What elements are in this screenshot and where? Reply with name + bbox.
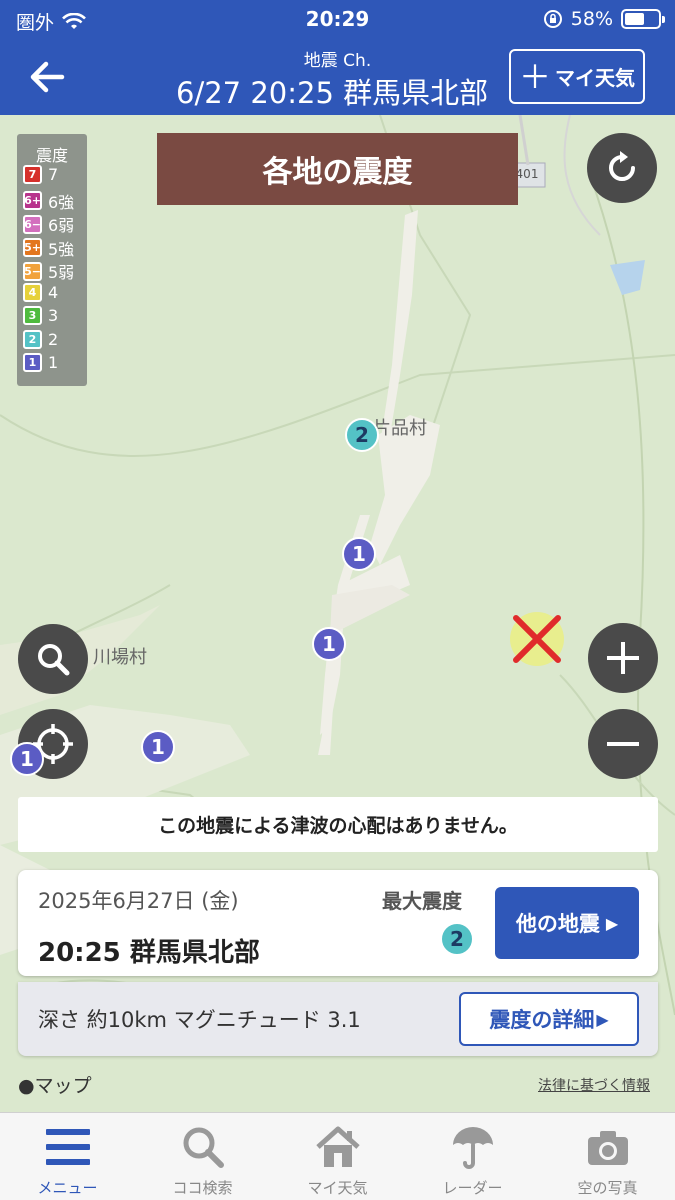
legend-label: 6強	[48, 192, 75, 212]
map-search-button[interactable]	[18, 624, 88, 694]
other-quakes-button[interactable]: 他の地震 ▶	[495, 887, 639, 959]
intensity-banner: 各地の震度	[157, 133, 518, 205]
zoom-out-button[interactable]	[588, 709, 658, 779]
page-title: 6/27 20:25 群馬県北部	[176, 76, 489, 110]
legal-link[interactable]: 法律に基づく情報	[538, 1075, 650, 1095]
legend-label: 2	[48, 329, 59, 349]
legend-row: 22	[23, 329, 59, 349]
legend-title: 震度	[35, 146, 68, 165]
legend-swatch: 5+	[23, 238, 42, 257]
legend-swatch: 3	[23, 306, 42, 325]
home-icon	[316, 1126, 360, 1167]
legend-row: 6− 6弱	[23, 212, 74, 236]
rotation-lock-icon	[543, 10, 562, 28]
depth-magnitude-card: 深さ 約10km マグニチュード 3.1 震度の詳細 ▶	[18, 982, 658, 1056]
depth-magnitude-text: 深さ 約10km マグニチュード 3.1	[38, 1008, 361, 1032]
status-bar: 圏外 20:29 58%	[0, 0, 675, 40]
max-intensity-badge: 2	[440, 922, 474, 956]
add-my-weather-button[interactable]: ＋ マイ天気	[509, 49, 645, 104]
tab-label: マイ天気	[307, 1179, 368, 1197]
plus-icon	[607, 642, 639, 674]
other-quakes-label: 他の地震	[515, 912, 600, 936]
legend-swatch: 6−	[23, 214, 42, 234]
legend-label: 7	[48, 165, 59, 184]
legend-swatch: 4	[23, 282, 42, 302]
battery-percent: 58%	[570, 8, 613, 30]
tab-my-weather[interactable]: マイ天気	[270, 1113, 405, 1200]
quake-info-card: 2025年6月27日 (金) 20:25 群馬県北部 最大震度 2 他の地震 ▶	[18, 870, 658, 976]
tab-label: 空の写真	[577, 1179, 638, 1197]
intensity-marker[interactable]: 1	[10, 742, 44, 776]
legend-row: 44	[23, 282, 59, 302]
tab-search[interactable]: ココ検索	[135, 1113, 270, 1200]
apple-logo-icon: ●	[18, 1075, 35, 1097]
legend-row: 5− 5弱	[23, 259, 74, 283]
legend-label: 1	[48, 353, 59, 372]
intensity-legend: 震度 7 7 6+ 6強 6− 6弱 5+ 5強 5− 5弱 4 4 3 3 2 2 1 1	[17, 134, 87, 386]
maps-attribution[interactable]: ●マップ	[18, 1071, 92, 1098]
camera-icon	[588, 1131, 628, 1165]
legend-label: 3	[48, 306, 59, 325]
intensity-marker[interactable]: 1	[342, 537, 376, 571]
intensity-detail-label: 震度の詳細	[489, 1008, 595, 1032]
header: 地震 Ch. 6/27 20:25 群馬県北部 ＋ マイ天気	[0, 40, 675, 115]
quake-title: 20:25 群馬県北部	[38, 938, 260, 968]
menu-icon	[46, 1129, 90, 1165]
place-name-katashina: 片品村	[373, 418, 427, 439]
magnifier-icon	[38, 644, 70, 676]
legend-row: 6+ 6強	[23, 189, 74, 213]
intensity-marker[interactable]: 2	[345, 418, 379, 452]
play-arrow-icon: ▶	[605, 913, 619, 933]
intensity-marker[interactable]: 1	[312, 627, 346, 661]
legend-row: 11	[23, 353, 58, 372]
tab-menu[interactable]: メニュー	[0, 1113, 135, 1200]
legend-label: 4	[48, 282, 59, 302]
tab-label: レーダー	[442, 1179, 503, 1197]
play-arrow-icon: ▶	[596, 1009, 609, 1029]
legend-swatch: 6+	[23, 191, 42, 210]
maps-label: マップ	[34, 1075, 92, 1097]
minus-icon	[607, 742, 639, 746]
search-icon	[183, 1127, 224, 1168]
refresh-icon	[609, 151, 635, 181]
tsunami-message: この地震による津波の心配はありません。	[18, 797, 658, 852]
add-my-weather-label: マイ天気	[555, 66, 635, 90]
place-name-kawaba: 川場村	[93, 647, 147, 668]
legend-label: 5弱	[48, 263, 75, 282]
legend-swatch: 5−	[23, 261, 42, 281]
battery-icon	[621, 9, 665, 29]
max-intensity-label: 最大震度	[382, 889, 462, 913]
intensity-detail-button[interactable]: 震度の詳細 ▶	[459, 992, 639, 1046]
tab-sky-photo[interactable]: 空の写真	[540, 1113, 675, 1200]
epicenter-icon	[510, 612, 564, 666]
legend-row: 5+ 5強	[23, 236, 74, 260]
intensity-marker[interactable]: 1	[141, 730, 175, 764]
legend-swatch: 7	[23, 165, 42, 184]
legend-row: 77	[23, 165, 58, 184]
umbrella-icon	[453, 1127, 493, 1169]
quake-date: 2025年6月27日 (金)	[38, 889, 239, 913]
legend-swatch: 1	[23, 353, 42, 372]
tab-label: ココ検索	[172, 1179, 233, 1197]
tab-radar[interactable]: レーダー	[405, 1113, 540, 1200]
tab-label: メニュー	[37, 1179, 98, 1197]
refresh-button[interactable]	[587, 133, 657, 203]
legend-swatch: 2	[23, 329, 42, 349]
plus-icon: ＋	[518, 57, 551, 96]
zoom-in-button[interactable]	[588, 623, 658, 693]
legend-label: 5強	[48, 239, 75, 259]
legend-row: 33	[23, 306, 58, 325]
tab-bar: メニュー ココ検索 マイ天気 レーダー 空の写真	[0, 1112, 675, 1200]
legend-label: 6弱	[48, 216, 75, 235]
